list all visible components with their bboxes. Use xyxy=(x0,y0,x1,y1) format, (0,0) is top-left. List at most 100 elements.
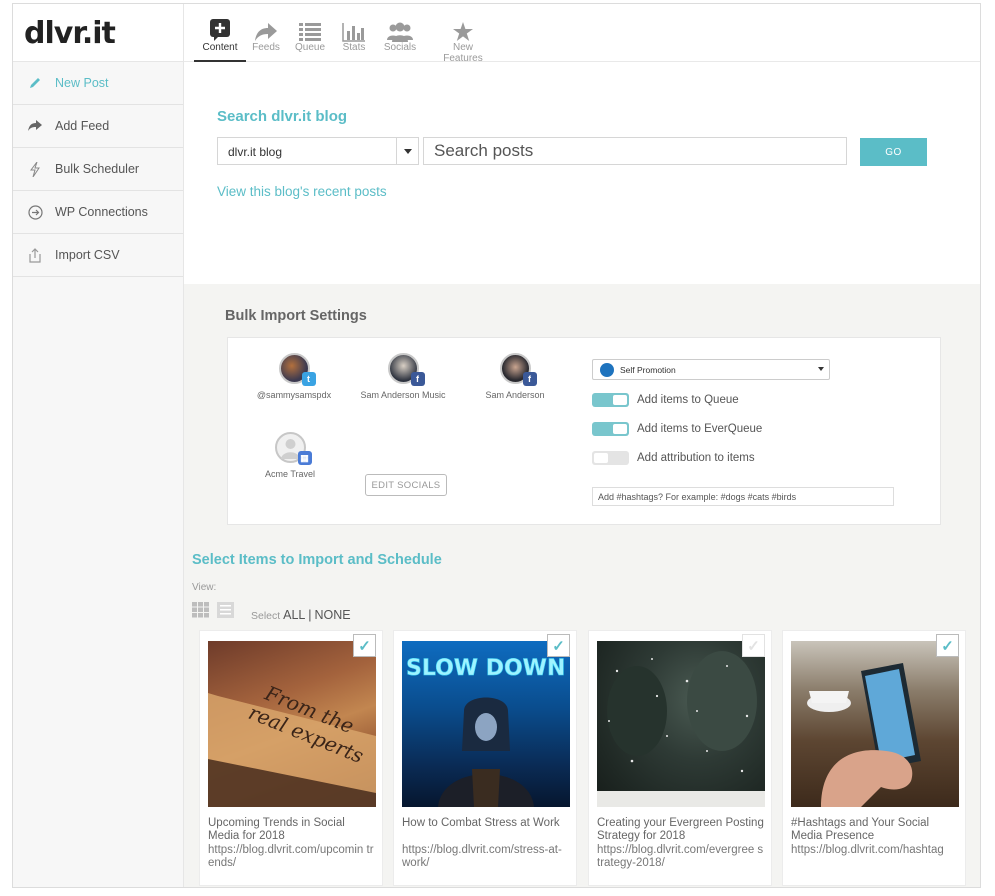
grid-view-icon[interactable] xyxy=(192,602,209,623)
toggle-label: Add items to Queue xyxy=(637,394,739,406)
avatar: ▦ xyxy=(274,432,312,465)
avatar: f xyxy=(499,353,537,386)
social-account[interactable]: t @sammysamspdx xyxy=(239,353,349,400)
select-all-link[interactable]: ALL xyxy=(283,608,305,622)
tab-new-features[interactable]: New Features xyxy=(432,16,494,64)
thumb-neon-text: SLOW DOWN xyxy=(406,656,565,681)
category-select[interactable]: Self Promotion xyxy=(592,359,830,380)
post-thumbnail xyxy=(791,641,959,807)
post-card[interactable]: From the real experts ✓ Upcoming Trends … xyxy=(199,630,383,886)
plus-box-icon xyxy=(194,16,246,42)
post-title: Creating your Evergreen Posting Strategy… xyxy=(597,817,764,842)
google-my-business-icon: ▦ xyxy=(297,451,312,465)
facebook-icon: f xyxy=(522,372,537,386)
post-checkbox[interactable]: ✓ xyxy=(547,634,570,657)
avatar: f xyxy=(387,353,425,386)
sidebar-item-label: New Post xyxy=(55,76,109,90)
social-account[interactable]: f Sam Anderson Music xyxy=(348,353,458,400)
post-url[interactable]: https://blog.dlvrit.com/evergree strateg… xyxy=(597,844,765,870)
tab-label: Socials xyxy=(383,42,417,53)
tab-stats[interactable]: Stats xyxy=(328,16,380,53)
tab-content[interactable]: Content xyxy=(194,16,246,62)
blog-select-value: dlvr.it blog xyxy=(228,145,283,159)
toggle-add-attribution[interactable]: Add attribution to items xyxy=(592,451,755,465)
chevron-down-icon xyxy=(818,367,824,371)
blog-select[interactable]: dlvr.it blog xyxy=(217,137,419,165)
sidebar-item-label: Add Feed xyxy=(55,119,110,133)
toggle-switch[interactable] xyxy=(592,422,629,436)
bulk-import-card: t @sammysamspdx f Sam Anderson Music f S… xyxy=(227,337,941,525)
bulk-import-title: Bulk Import Settings xyxy=(225,308,367,324)
top-nav: Content Feeds Queue Stats Socials New Fe… xyxy=(184,4,980,64)
toggle-label: Add attribution to items xyxy=(637,452,755,464)
facebook-icon: f xyxy=(410,372,425,386)
post-title: #Hashtags and Your Social Media Presence xyxy=(791,817,930,842)
category-color-dot xyxy=(600,362,614,377)
view-switcher xyxy=(192,602,234,623)
tab-label: New Features xyxy=(443,42,483,64)
recent-posts-link[interactable]: View this blog's recent posts xyxy=(217,184,387,199)
sidebar-item-add-feed[interactable]: Add Feed xyxy=(13,105,183,148)
sidebar-item-bulk-scheduler[interactable]: Bulk Scheduler xyxy=(13,148,183,191)
social-account-name: Sam Anderson Music xyxy=(360,390,446,400)
view-label: View: xyxy=(192,582,217,593)
post-url[interactable]: https://blog.dlvrit.com/stress-at-work/ xyxy=(402,844,570,870)
social-account[interactable]: ▦ Acme Travel xyxy=(235,432,345,479)
hashtags-input[interactable] xyxy=(592,487,894,506)
toggle-switch[interactable] xyxy=(592,393,629,407)
post-title: Upcoming Trends in Social Media for 2018 xyxy=(208,817,345,842)
search-title: Search dlvr.it blog xyxy=(217,108,348,125)
post-checkbox[interactable]: ✓ xyxy=(742,634,765,657)
logo: dlvr.it xyxy=(13,4,183,62)
edit-socials-button[interactable]: EDIT SOCIALS xyxy=(365,474,447,496)
select-separator: | xyxy=(308,608,312,622)
toggle-add-to-queue[interactable]: Add items to Queue xyxy=(592,393,739,407)
toggle-switch[interactable] xyxy=(592,451,629,465)
select-none-link[interactable]: NONE xyxy=(314,608,350,622)
sidebar-item-label: Import CSV xyxy=(55,248,120,262)
toggle-add-to-everqueue[interactable]: Add items to EverQueue xyxy=(592,422,762,436)
tab-label: Content xyxy=(202,42,238,53)
sign-in-icon xyxy=(27,204,43,220)
social-account[interactable]: f Sam Anderson xyxy=(460,353,570,400)
pencil-icon xyxy=(27,75,43,91)
category-select-value: Self Promotion xyxy=(620,364,676,375)
go-button[interactable]: GO xyxy=(860,138,927,166)
post-thumbnail: SLOW DOWN xyxy=(402,641,570,807)
post-title: How to Combat Stress at Work xyxy=(402,817,560,829)
sidebar-item-new-post[interactable]: New Post xyxy=(13,62,183,105)
sidebar: dlvr.it New Post Add Feed Bulk Scheduler… xyxy=(13,4,184,887)
people-icon xyxy=(374,16,426,42)
sidebar-item-wp-connections[interactable]: WP Connections xyxy=(13,191,183,234)
post-card[interactable]: ✓ #Hashtags and Your Social Media Presen… xyxy=(782,630,966,886)
post-thumbnail: From the real experts xyxy=(208,641,376,807)
select-prefix: Select xyxy=(251,610,281,622)
select-items-title: Select Items to Import and Schedule xyxy=(192,552,442,568)
chevron-down-icon xyxy=(396,138,418,164)
post-checkbox[interactable]: ✓ xyxy=(936,634,959,657)
bar-chart-icon xyxy=(328,16,380,42)
twitter-icon: t xyxy=(301,372,316,386)
sidebar-item-label: Bulk Scheduler xyxy=(55,162,140,176)
share-arrow-icon xyxy=(27,118,43,134)
post-card[interactable]: ✓ Creating your Evergreen Posting Strate… xyxy=(588,630,772,886)
select-all-none: Select ALL | NONE xyxy=(251,608,351,622)
post-url[interactable]: https://blog.dlvrit.com/hashtag xyxy=(791,844,959,857)
search-panel: Search dlvr.it blog dlvr.it blog GO View… xyxy=(184,62,980,284)
sidebar-item-import-csv[interactable]: Import CSV xyxy=(13,234,183,277)
sidebar-item-label: WP Connections xyxy=(55,205,148,219)
lightning-icon xyxy=(27,161,43,177)
social-account-name: @sammysamspdx xyxy=(256,390,332,400)
tab-socials[interactable]: Socials xyxy=(374,16,426,53)
star-icon xyxy=(432,16,494,42)
upload-icon xyxy=(27,247,43,263)
post-card[interactable]: SLOW DOWN ✓ How to Combat Stress at Work… xyxy=(393,630,577,886)
app-frame: dlvr.it New Post Add Feed Bulk Scheduler… xyxy=(12,3,981,888)
post-checkbox[interactable]: ✓ xyxy=(353,634,376,657)
search-input[interactable] xyxy=(423,137,847,165)
post-thumbnail xyxy=(597,641,765,807)
social-account-name: Sam Anderson xyxy=(485,390,545,400)
list-view-icon[interactable] xyxy=(217,602,234,623)
avatar: t xyxy=(278,353,316,386)
post-url[interactable]: https://blog.dlvrit.com/upcomin trends/ xyxy=(208,844,376,870)
